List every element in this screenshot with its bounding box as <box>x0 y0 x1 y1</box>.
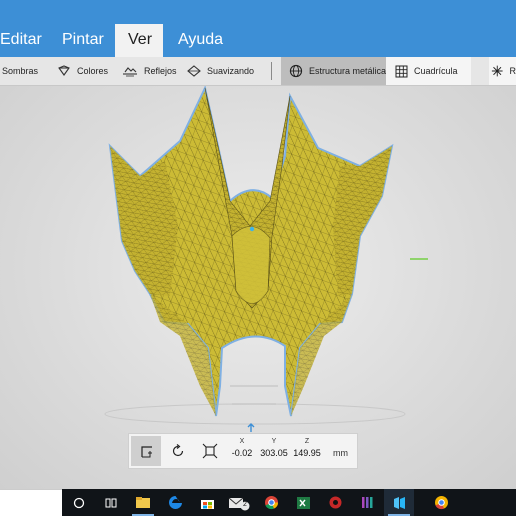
y-value-field[interactable]: 303.05 <box>257 448 291 458</box>
wireframe-globe-icon <box>289 64 303 78</box>
wireframe-label: Estructura metálica <box>308 66 386 76</box>
file-explorer-icon[interactable] <box>128 489 158 516</box>
wireframe-toggle[interactable]: Estructura metálica <box>281 57 386 85</box>
x-value-field[interactable]: -0.02 <box>225 448 259 458</box>
move-icon <box>141 446 152 458</box>
task-view-icon[interactable] <box>96 489 126 516</box>
tab-editar[interactable]: Editar <box>0 24 54 57</box>
z-value-field[interactable]: 149.95 <box>290 448 324 458</box>
extra-toggle[interactable]: R <box>489 57 516 85</box>
excel-icon[interactable] <box>288 489 318 516</box>
store-icon[interactable] <box>192 489 222 516</box>
scale-tool-button[interactable] <box>195 436 225 466</box>
sparkle-icon <box>491 65 503 77</box>
chrome-canary-icon[interactable] <box>426 489 456 516</box>
shading-toggle[interactable]: Sombras <box>2 57 38 85</box>
edge-icon[interactable] <box>160 489 190 516</box>
shading-label: Sombras <box>2 66 39 76</box>
mail-icon[interactable]: 2 <box>224 489 254 516</box>
pivot-marker <box>249 226 255 232</box>
rotate-tool-button[interactable] <box>163 436 193 466</box>
toolbar-divider <box>271 62 272 80</box>
unit-label: mm <box>333 448 348 458</box>
x-label: X <box>239 438 245 445</box>
visual-studio-icon[interactable] <box>352 489 382 516</box>
colors-label: Colores <box>77 66 109 76</box>
mail-badge: 2 <box>243 501 247 508</box>
grid-toggle[interactable]: Cuadrícula <box>386 57 471 85</box>
chrome-icon[interactable] <box>256 489 286 516</box>
smoothing-toggle[interactable]: Suavizando <box>187 57 254 85</box>
scale-icon <box>202 443 218 459</box>
reflections-icon <box>123 67 137 77</box>
rotate-icon <box>172 444 184 457</box>
smoothing-icon <box>187 65 201 77</box>
media-app-icon[interactable] <box>320 489 350 516</box>
grid-icon <box>395 65 408 77</box>
3d-viewport[interactable] <box>0 86 516 489</box>
start-circle-icon[interactable] <box>64 489 94 516</box>
helmet-model[interactable] <box>0 86 516 489</box>
menu-bar: Editar Pintar Ver Ayuda <box>0 0 516 57</box>
search-box[interactable] <box>0 489 62 516</box>
taskbar: 2 <box>62 489 516 516</box>
tab-ayuda[interactable]: Ayuda <box>166 24 235 57</box>
move-tool-button[interactable] <box>131 436 161 466</box>
paint-bucket-icon <box>58 65 70 76</box>
smoothing-label: Suavizando <box>207 66 255 76</box>
tab-ver[interactable]: Ver <box>115 24 163 57</box>
tab-pintar[interactable]: Pintar <box>50 24 116 57</box>
extra-label: R <box>509 66 516 76</box>
y-label: Y <box>271 438 277 445</box>
view-toolbar: Sombras Colores Reflejos Suavizando Estr… <box>0 57 516 86</box>
transform-panel: X -0.02 Y 303.05 Z 149.95 mm <box>128 433 358 469</box>
up-arrow-marker <box>247 423 255 432</box>
reflections-label: Reflejos <box>144 66 177 76</box>
z-label: Z <box>304 438 310 445</box>
grid-label: Cuadrícula <box>414 66 458 76</box>
3d-builder-icon[interactable] <box>384 489 414 516</box>
colors-toggle[interactable]: Colores <box>57 57 108 85</box>
reflections-toggle[interactable]: Reflejos <box>122 57 177 85</box>
